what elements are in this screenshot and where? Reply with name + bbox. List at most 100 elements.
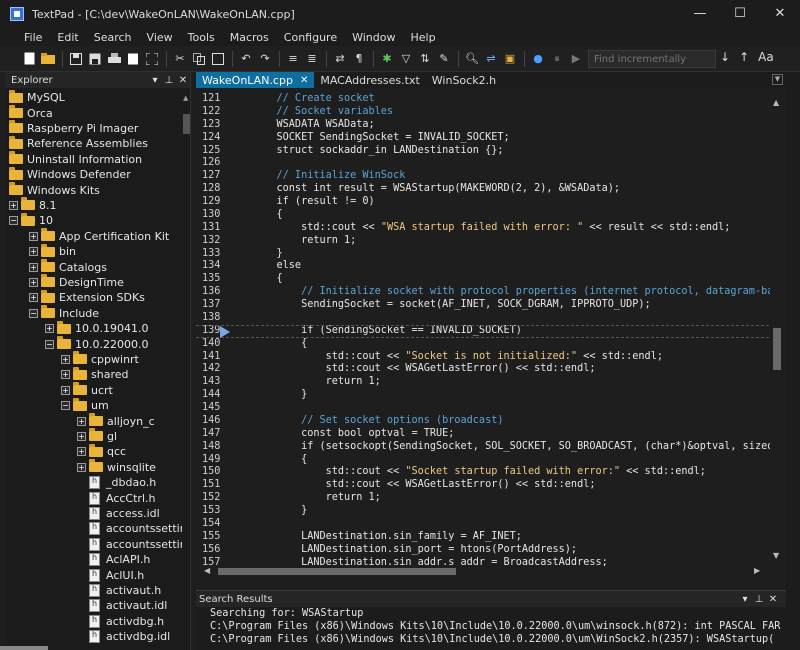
menu-file[interactable]: File — [24, 31, 42, 44]
code-line[interactable]: if (result != 0) — [252, 196, 770, 209]
menu-tools[interactable]: Tools — [188, 31, 215, 44]
tree-folder-item[interactable]: Uninstall Information — [9, 151, 142, 167]
word-wrap-icon[interactable]: ⇄ — [333, 52, 347, 66]
redo-icon[interactable]: ↷ — [258, 52, 272, 66]
explorer-scrollbar[interactable]: ▲ — [182, 92, 190, 650]
replace-icon[interactable]: ⇌ — [484, 52, 498, 66]
code-line[interactable]: // Socket variables — [252, 106, 770, 119]
expand-icon[interactable]: + — [29, 293, 38, 303]
tree-folder-item[interactable]: + Extension SDKs — [29, 289, 145, 305]
tree-file-item[interactable]: accountssettin — [89, 521, 187, 536]
expand-icon[interactable]: + — [61, 385, 70, 395]
collapse-icon[interactable]: − — [29, 308, 38, 318]
scrollbar-thumb[interactable] — [218, 568, 456, 575]
tree-folder-item[interactable]: + ucrt — [61, 382, 113, 398]
code-line[interactable] — [252, 157, 770, 170]
menu-edit[interactable]: Edit — [57, 31, 78, 44]
tree-folder-item[interactable]: − 10 — [9, 212, 53, 228]
close-tab-icon[interactable]: ✕ — [300, 75, 308, 86]
editor-horizontal-scrollbar[interactable]: ◀ ▶ — [196, 566, 770, 578]
menu-help[interactable]: Help — [410, 31, 435, 44]
paste-icon[interactable] — [211, 52, 225, 66]
code-line[interactable]: SOCKET SendingSocket = INVALID_SOCKET; — [252, 132, 770, 145]
expand-icon[interactable]: + — [45, 324, 54, 334]
tree-folder-item[interactable]: Raspberry Pi Imager — [9, 120, 138, 136]
menu-configure[interactable]: Configure — [284, 31, 337, 44]
expand-icon[interactable]: + — [61, 370, 70, 380]
tree-folder-item[interactable]: +8.1 — [9, 197, 57, 213]
menu-macros[interactable]: Macros — [230, 31, 269, 44]
tab-macaddresses-txt[interactable]: MACAddresses.txt — [314, 72, 425, 88]
code-line[interactable]: std::cout << WSAGetLastError() << std::e… — [252, 479, 770, 492]
tree-folder-item[interactable]: − 10.0.22000.0 — [45, 336, 148, 351]
code-line[interactable]: { — [252, 454, 770, 467]
tree-file-item[interactable]: activdbg.idl — [89, 629, 170, 644]
scrollbar-thumb[interactable] — [773, 328, 781, 370]
pilcrow-icon[interactable]: ¶ — [352, 52, 366, 66]
tree-file-item[interactable]: AccCtrl.h — [89, 490, 155, 505]
code-line[interactable]: std::cout << WSAGetLastError() << std::e… — [252, 363, 770, 376]
code-line[interactable]: WSADATA WSAData; — [252, 119, 770, 132]
tree-folder-item[interactable]: + DesignTime — [29, 274, 124, 290]
tree-folder-item[interactable]: MySQL — [9, 89, 65, 105]
tree-folder-item[interactable]: + Catalogs — [29, 259, 107, 274]
code-line[interactable] — [252, 518, 770, 531]
tree-folder-item[interactable]: Orca — [9, 105, 53, 120]
print-icon[interactable] — [107, 52, 121, 66]
find-next-icon[interactable]: ↓ — [720, 50, 730, 64]
code-line[interactable]: LANDestination.sin_family = AF_INET; — [252, 531, 770, 544]
expand-icon[interactable]: + — [29, 247, 38, 257]
code-line[interactable]: return 1; — [252, 376, 770, 389]
play-macro-icon[interactable]: ▶ — [569, 52, 583, 66]
indent-icon[interactable]: ≡ — [286, 52, 300, 66]
tree-file-item[interactable]: AclAPI.h — [89, 552, 150, 567]
code-line[interactable]: std::cout << "Socket startup failed with… — [252, 466, 770, 479]
code-line[interactable]: const int result = WSAStartup(MAKEWORD(2… — [252, 183, 770, 196]
code-line[interactable]: else — [252, 260, 770, 273]
search-results-line[interactable]: C:\Program Files (x86)\Windows Kits\10\I… — [196, 633, 786, 646]
collapse-icon[interactable]: − — [45, 339, 54, 349]
code-line[interactable]: { — [252, 338, 770, 351]
tree-file-item[interactable]: _dbdao.h — [89, 475, 156, 490]
code-line[interactable]: SendingSocket = socket(AF_INET, SOCK_DGR… — [252, 299, 770, 312]
scrollbar-thumb[interactable] — [183, 114, 190, 134]
code-line[interactable]: // Initialize socket with protocol prope… — [252, 286, 770, 299]
outdent-icon[interactable]: ≣ — [305, 52, 319, 66]
code-line[interactable]: LANDestination.sin_port = htons(PortAddr… — [252, 544, 770, 557]
maximize-button[interactable]: ☐ — [720, 0, 760, 28]
open-folder-icon[interactable] — [41, 52, 55, 66]
code-line[interactable]: std::cout << "Socket is not initialized:… — [252, 351, 770, 364]
close-panel-icon[interactable]: ✕ — [176, 75, 190, 86]
record-macro-icon[interactable]: ● — [531, 52, 545, 66]
search-results-line[interactable]: C:\Program Files (x86)\Windows Kits\10\I… — [196, 620, 786, 633]
find-icon[interactable]: 🔍︎ — [465, 52, 479, 66]
tree-folder-item[interactable]: + App Certification Kit — [29, 228, 169, 244]
tree-folder-item[interactable]: Reference Assemblies — [9, 135, 148, 151]
new-file-icon[interactable] — [22, 52, 36, 66]
scroll-right-arrow-icon[interactable]: ▶ — [754, 566, 760, 575]
search-results-line[interactable]: Searching for: WSAStartup — [196, 607, 786, 620]
copy-icon[interactable] — [192, 52, 206, 66]
pin-icon[interactable]: ⊥ — [162, 75, 176, 86]
menu-window[interactable]: Window — [352, 31, 395, 44]
code-line[interactable]: // Create socket — [252, 93, 770, 106]
code-line[interactable]: { — [252, 209, 770, 222]
tree-file-item[interactable]: activaut.h — [89, 583, 161, 598]
code-line[interactable] — [252, 312, 770, 325]
tree-folder-item[interactable]: + qcc — [77, 443, 126, 459]
code-line[interactable]: { — [252, 273, 770, 286]
expand-icon[interactable]: + — [61, 354, 70, 364]
collapse-icon[interactable]: − — [9, 216, 18, 226]
code-line[interactable]: } — [252, 248, 770, 261]
save-all-icon[interactable] — [88, 52, 102, 66]
close-panel-icon[interactable]: ✕ — [766, 594, 780, 605]
editor-vertical-scrollbar[interactable]: ▲ ▼ — [770, 96, 784, 564]
undo-icon[interactable]: ↶ — [239, 52, 253, 66]
code-line[interactable]: if (setsockopt(SendingSocket, SOL_SOCKET… — [252, 441, 770, 454]
code-line[interactable]: return 1; — [252, 492, 770, 505]
tree-folder-item[interactable]: + alljoyn_c — [77, 413, 155, 428]
menu-search[interactable]: Search — [94, 31, 132, 44]
spell-check-icon[interactable]: ✱ — [380, 52, 394, 66]
bookmark-arrow-icon[interactable] — [220, 325, 230, 338]
tab-list-dropdown-icon[interactable]: ▼ — [772, 74, 783, 85]
